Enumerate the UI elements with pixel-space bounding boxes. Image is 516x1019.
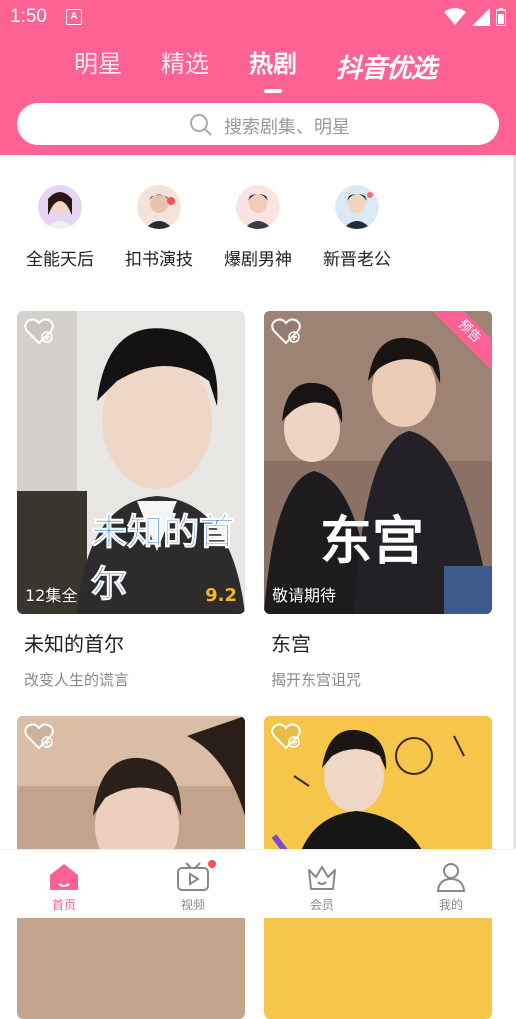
nav-home[interactable]: 首页: [24, 860, 104, 913]
nav-video[interactable]: 视频: [153, 860, 233, 913]
status-badge: 敬请期待: [272, 586, 337, 605]
category-label: 新晋老公: [323, 250, 391, 270]
favorite-heart-icon[interactable]: [24, 722, 54, 750]
favorite-heart-icon[interactable]: [24, 317, 54, 345]
signal-icon: [472, 8, 490, 26]
search-bar[interactable]: 搜索剧集、明星: [17, 103, 499, 145]
status-time: 1:50: [10, 6, 47, 27]
tab-hot-drama[interactable]: 热剧: [249, 44, 297, 79]
active-tab-indicator: [264, 89, 282, 93]
rating-score: 9.2: [205, 585, 237, 606]
category-item[interactable]: 爆剧男神: [213, 185, 303, 270]
drama-poster[interactable]: 东宫 预告 敬请期待: [264, 311, 492, 614]
header: 1:50 A 明星 精选 热剧 抖音优选 搜索剧集、明星: [0, 0, 516, 155]
card-subtitle: 改变人生的谎言: [24, 671, 130, 689]
tab-featured[interactable]: 精选: [161, 44, 209, 79]
status-icons: [444, 8, 506, 26]
nav-profile[interactable]: 我的: [411, 860, 491, 913]
user-icon: [436, 863, 466, 892]
battery-icon: [496, 8, 506, 26]
category-avatar: [335, 185, 379, 229]
notification-a-icon: A: [66, 9, 82, 25]
category-avatar: [38, 185, 82, 229]
nav-label: 首页: [51, 898, 76, 912]
favorite-heart-icon[interactable]: [271, 317, 301, 345]
nav-label: 视频: [180, 898, 205, 912]
home-icon: [50, 864, 78, 890]
drama-card[interactable]: 未知的首尔 12集全 9.2 未知的首尔 改变人生的谎言: [17, 311, 245, 690]
category-item[interactable]: 扣书演技: [114, 185, 204, 270]
nav-label: 会员: [309, 898, 334, 912]
nav-vip[interactable]: 会员: [282, 860, 362, 913]
tab-stars[interactable]: 明星: [74, 44, 122, 79]
category-item[interactable]: 全能天后: [15, 185, 105, 270]
wifi-icon: [444, 8, 466, 25]
card-subtitle: 揭开东宫诅咒: [271, 671, 362, 689]
search-icon: [190, 114, 212, 136]
category-item[interactable]: 新晋老公: [312, 185, 402, 270]
card-title: 东宫: [271, 632, 311, 656]
category-avatar: [236, 185, 280, 229]
card-title: 未知的首尔: [24, 632, 124, 656]
status-bar: 1:50 A: [0, 0, 516, 34]
episode-badge: 12集全: [25, 586, 78, 605]
category-label: 爆剧男神: [224, 250, 292, 270]
category-avatar: [137, 185, 181, 229]
favorite-heart-icon[interactable]: [271, 722, 301, 750]
top-tabs: 明星 精选 热剧 抖音优选: [0, 44, 516, 94]
category-label: 扣书演技: [125, 250, 193, 270]
tv-icon: [177, 862, 209, 891]
search-placeholder: 搜索剧集、明星: [224, 117, 350, 138]
tab-brand-logo[interactable]: 抖音优选: [336, 48, 437, 85]
category-row: 全能天后 扣书演技 爆剧男神 新晋老公: [0, 185, 516, 275]
poster-title-overlay: 东宫: [320, 512, 425, 572]
drama-poster[interactable]: 未知的首尔 12集全 9.2: [17, 311, 245, 614]
crown-icon: [308, 866, 336, 890]
nav-label: 我的: [438, 898, 463, 912]
notification-dot: [208, 860, 216, 868]
drama-card[interactable]: 东宫 预告 敬请期待 东宫 揭开东宫诅咒: [264, 311, 492, 690]
bottom-nav: 首页 视频 会员 我的: [0, 849, 516, 918]
category-label: 全能天后: [26, 250, 94, 270]
